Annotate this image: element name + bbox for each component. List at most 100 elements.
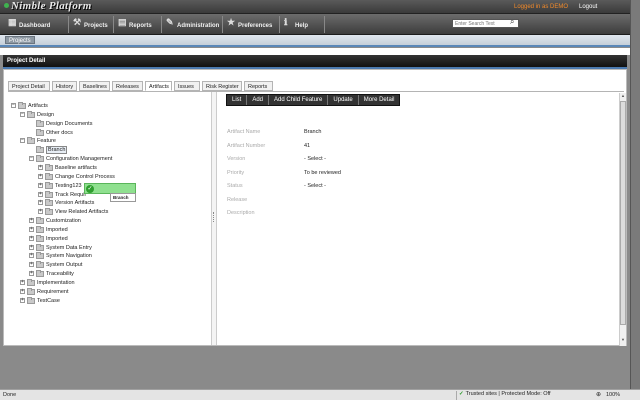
- expand-icon[interactable]: +: [38, 182, 43, 188]
- tree-node-label: Imported: [46, 235, 68, 242]
- login-info: Logged in as DEMO: [514, 4, 569, 10]
- expand-icon[interactable]: +: [38, 164, 43, 170]
- folder-icon: [18, 102, 26, 109]
- expand-icon[interactable]: +: [29, 226, 34, 232]
- expand-icon[interactable]: +: [20, 297, 25, 303]
- tab-releases[interactable]: Releases: [112, 81, 143, 91]
- nav-help[interactable]: ℹ Help: [281, 16, 325, 33]
- window-edge: [630, 0, 640, 389]
- folder-icon: [27, 287, 35, 295]
- tree-node-label: Artifacts: [28, 103, 48, 109]
- expand-icon[interactable]: +: [38, 191, 43, 197]
- folder-icon: [27, 110, 35, 118]
- nav-projects[interactable]: ⚒ Projects: [70, 16, 114, 33]
- expand-icon[interactable]: +: [29, 218, 34, 224]
- expand-icon[interactable]: +: [29, 235, 34, 241]
- scroll-up-icon[interactable]: ▲: [620, 93, 626, 99]
- vertical-scrollbar[interactable]: ▲ ▼: [619, 93, 626, 346]
- collapse-icon[interactable]: −: [29, 156, 34, 162]
- reports-icon: ▤: [118, 17, 127, 27]
- pane-splitter[interactable]: [212, 92, 217, 345]
- add-button[interactable]: Add: [247, 95, 270, 105]
- collapse-icon[interactable]: −: [11, 103, 16, 108]
- administration-icon: ✎: [166, 17, 174, 27]
- nav-administration[interactable]: ✎ Administration: [163, 16, 223, 33]
- scroll-down-icon[interactable]: ▼: [620, 337, 626, 343]
- nav-dashboard[interactable]: ▦ Dashboard: [5, 16, 69, 33]
- field-value[interactable]: Branch: [304, 129, 321, 135]
- field-value[interactable]: - Select -: [304, 156, 326, 162]
- check-icon: ✓: [459, 391, 464, 397]
- expand-icon[interactable]: +: [38, 200, 43, 206]
- nav-reports[interactable]: ▤ Reports: [115, 16, 162, 33]
- list-button[interactable]: List: [227, 95, 248, 105]
- folder-icon: [27, 137, 35, 145]
- tab-risk-register[interactable]: Risk Register: [202, 81, 242, 91]
- nav-label: Reports: [129, 23, 152, 29]
- zoom-level[interactable]: 100%: [606, 392, 620, 398]
- more-detail-button[interactable]: More Detail: [359, 95, 400, 105]
- tree-node-label: Imported: [46, 226, 68, 233]
- folder-icon: [45, 181, 53, 189]
- field-value[interactable]: 41: [304, 143, 310, 149]
- folder-icon: [36, 270, 44, 278]
- browser-window: Nimble Platform Logged in as DEMO Logout…: [0, 0, 640, 400]
- search-icon[interactable]: ⌕: [510, 17, 514, 27]
- collapse-icon[interactable]: −: [20, 111, 25, 117]
- security-zone-text: Trusted sites | Protected Mode: Off: [465, 391, 551, 397]
- folder-icon: [36, 155, 44, 163]
- scrollbar-thumb[interactable]: [620, 101, 626, 325]
- expand-icon[interactable]: +: [29, 244, 34, 250]
- logout-link[interactable]: Logout: [579, 4, 597, 10]
- field-value[interactable]: - Select -: [304, 183, 326, 189]
- expand-icon[interactable]: +: [29, 271, 34, 277]
- drag-tooltip: Branch: [110, 193, 136, 202]
- folder-icon: [36, 234, 44, 242]
- expand-icon[interactable]: +: [20, 280, 25, 285]
- folder-icon: [36, 217, 44, 225]
- update-button[interactable]: Update: [328, 95, 359, 105]
- security-zone: ✓ Trusted sites | Protected Mode: Off: [456, 391, 551, 400]
- field-label: Release: [227, 196, 248, 203]
- tree-node-label: System Output: [46, 262, 83, 269]
- help-icon: ℹ: [284, 17, 288, 27]
- field-label: Status: [227, 183, 243, 189]
- folder-icon: [45, 172, 53, 180]
- status-text: Done: [3, 392, 17, 398]
- status-bar: Done ✓ Trusted sites | Protected Mode: Of…: [0, 389, 640, 400]
- tree-node-label: Implementation: [37, 280, 75, 286]
- zoom-icon[interactable]: ⊕: [596, 391, 601, 398]
- tree-node-label: Configuration Management: [46, 156, 113, 163]
- nav-label: Administration: [177, 23, 220, 29]
- tree-node-label: Baseline artifacts: [55, 164, 97, 171]
- breadcrumb-projects[interactable]: Projects: [5, 36, 35, 44]
- folder-icon: [36, 128, 44, 136]
- search-input[interactable]: [452, 19, 519, 28]
- expand-icon[interactable]: +: [20, 288, 25, 294]
- folder-icon: [36, 225, 44, 233]
- expand-icon[interactable]: +: [29, 253, 34, 259]
- folder-icon: [45, 199, 53, 207]
- field-label: Artifact Name: [227, 129, 261, 135]
- logo-text: Nimble Platform: [11, 0, 92, 12]
- collapse-icon[interactable]: −: [20, 138, 25, 144]
- add-child-feature-button[interactable]: Add Child Feature: [269, 95, 329, 105]
- tab-issues[interactable]: Issues: [174, 81, 200, 91]
- expand-icon[interactable]: +: [38, 173, 43, 179]
- field-value[interactable]: To be reviewed: [304, 170, 341, 176]
- tab-project-detail[interactable]: Project Detail: [8, 81, 50, 91]
- panel-title: Project Detail: [3, 55, 627, 67]
- folder-icon: [36, 146, 44, 154]
- expand-icon[interactable]: +: [29, 262, 34, 268]
- folder-icon: [45, 208, 53, 216]
- expand-icon[interactable]: +: [38, 209, 43, 215]
- tree-node-label: Branch: [46, 146, 68, 155]
- tab-artifacts[interactable]: Artifacts: [145, 81, 172, 91]
- tab-baselines[interactable]: Baselines: [79, 81, 110, 91]
- tab-reports[interactable]: Reports: [244, 81, 273, 91]
- nav-preferences[interactable]: ★ Preferences: [224, 16, 280, 33]
- nav-label: Help: [295, 23, 309, 29]
- tree-node-label: Testing123: [55, 182, 82, 189]
- tab-history[interactable]: History: [52, 81, 77, 91]
- projects-icon: ⚒: [73, 17, 82, 27]
